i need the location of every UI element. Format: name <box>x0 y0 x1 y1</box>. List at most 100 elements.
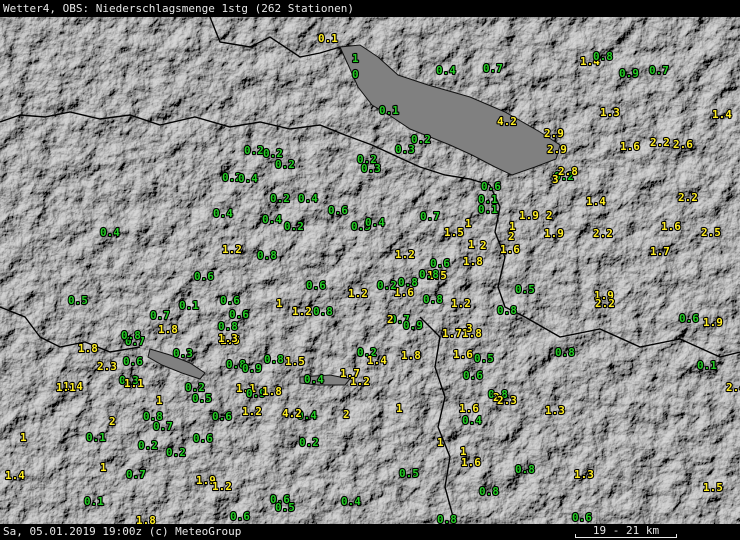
station-value: 0.3 <box>395 143 415 156</box>
station-value: 2.9 <box>544 127 564 140</box>
station-value: 0.1 <box>84 495 104 508</box>
scale-bar: 19 - 21 km <box>575 524 677 540</box>
station-value: 1.6 <box>461 456 481 469</box>
station-value: 0.4 <box>341 495 361 508</box>
station-value: 0.6 <box>194 270 214 283</box>
station-value: 1.7 <box>650 245 670 258</box>
station-value: 2.5 <box>701 226 721 239</box>
station-value: 2 <box>387 313 394 326</box>
station-value: 2 <box>109 415 116 428</box>
station-value: 2.3 <box>97 360 117 373</box>
station-value: 4.2 <box>282 407 302 420</box>
station-value: 1.6 <box>394 286 414 299</box>
station-value: 1.2 <box>292 305 312 318</box>
station-value: 0.1 <box>179 299 199 312</box>
station-value: 0.9 <box>403 319 423 332</box>
station-value: 0.4 <box>298 192 318 205</box>
station-value: 0.6 <box>193 432 213 445</box>
station-value: 0.7 <box>153 420 173 433</box>
station-value: 1.9 <box>703 316 723 329</box>
station-value: 1 <box>20 431 27 444</box>
station-value: 1.2 <box>348 287 368 300</box>
station-value: 0.8 <box>593 50 613 63</box>
station-value: 0.7 <box>483 62 503 75</box>
station-value: 1.5 <box>703 481 723 494</box>
station-value: 3 <box>552 173 559 186</box>
station-value: 0.4 <box>462 414 482 427</box>
station-value: 0.5 <box>515 283 535 296</box>
station-value: 1.3 <box>218 332 238 345</box>
station-value: 0.4 <box>436 64 456 77</box>
station-value: 2.2 <box>593 227 613 240</box>
station-value: 0.8 <box>419 268 439 281</box>
station-value: 0.8 <box>515 463 535 476</box>
station-value: 1.1 <box>124 377 144 390</box>
station-value: 0.6 <box>328 204 348 217</box>
station-value: 1.4 <box>5 469 25 482</box>
map-window: Wetter4, OBS: Niederschlagsmenge 1stg (2… <box>0 0 740 540</box>
station-value: 0 <box>352 68 359 81</box>
station-value: 1 <box>396 402 403 415</box>
station-value: 0.7 <box>150 309 170 322</box>
station-value: 4.2 <box>497 115 517 128</box>
station-value: 0.5 <box>474 352 494 365</box>
station-value: 1.2 <box>212 480 232 493</box>
station-value: 1.2 <box>222 243 242 256</box>
station-value: 0.2 <box>377 279 397 292</box>
station-value: 0.4 <box>238 172 258 185</box>
station-value: 0.6 <box>572 511 592 524</box>
station-value: 1.9 <box>544 227 564 240</box>
map-title: Wetter4, OBS: Niederschlagsmenge 1stg (2… <box>0 0 740 17</box>
station-value: 0.2 <box>299 436 319 449</box>
station-value: 1.8 <box>136 514 156 524</box>
station-value: 1.8 <box>401 349 421 362</box>
station-value: 1 <box>352 52 359 65</box>
station-value: 0.8 <box>437 513 457 524</box>
station-value: 0.6 <box>679 312 699 325</box>
station-value: 2.3 <box>497 394 517 407</box>
station-value: 2.4 <box>726 381 740 394</box>
station-value: 0.1 <box>379 104 399 117</box>
station-value: 0.4 <box>262 213 282 226</box>
station-value: 0.8 <box>264 353 284 366</box>
station-value: 0.4 <box>213 207 233 220</box>
station-value: 1.6 <box>453 348 473 361</box>
station-value: 1 <box>468 238 475 251</box>
station-value: 0.8 <box>479 485 499 498</box>
station-value: 0.2 <box>275 158 295 171</box>
station-value: 1.3 <box>545 404 565 417</box>
station-value: 0.2 <box>284 220 304 233</box>
station-value: 0.7 <box>649 64 669 77</box>
station-value: 1.5 <box>285 355 305 368</box>
station-value: 0.6 <box>220 294 240 307</box>
station-value: 1.2 <box>350 375 370 388</box>
station-value: 0.6 <box>306 279 326 292</box>
station-value: 0.8 <box>257 249 277 262</box>
station-value: 1.8 <box>262 385 282 398</box>
station-value: 1 <box>276 297 283 310</box>
station-value: 0.2 <box>138 439 158 452</box>
station-value: 2.6 <box>673 138 693 151</box>
station-value: 0.6 <box>123 355 143 368</box>
station-value: 2.2 <box>650 136 670 149</box>
station-value: 2.2 <box>595 297 615 310</box>
scale-rule <box>575 534 677 538</box>
station-value: 0.3 <box>173 347 193 360</box>
station-value: 0.5 <box>192 392 212 405</box>
station-value: 0.3 <box>361 162 381 175</box>
station-value: 0.6 <box>230 510 250 523</box>
station-value: 2 <box>546 209 553 222</box>
station-value: 1.2 <box>242 405 262 418</box>
station-value: 0.8 <box>313 305 333 318</box>
station-value: 0.8 <box>121 329 141 342</box>
station-value: 1.5 <box>444 226 464 239</box>
station-value: 0.4 <box>304 373 324 386</box>
station-value: 0.5 <box>275 501 295 514</box>
station-value: 1.7 <box>442 327 462 340</box>
station-value: 1.4 <box>712 108 732 121</box>
station-value: 1.2 <box>395 248 415 261</box>
station-value: 1.8 <box>78 342 98 355</box>
station-value: 1.6 <box>500 243 520 256</box>
station-value: 1.8 <box>463 255 483 268</box>
station-value: 1 <box>100 461 107 474</box>
